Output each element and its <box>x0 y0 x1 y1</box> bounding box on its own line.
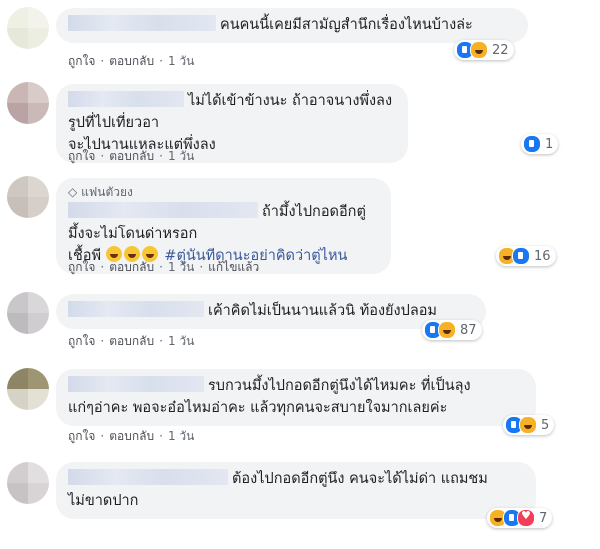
reply-link[interactable]: ตอบกลับ <box>109 334 154 348</box>
like-link[interactable]: ถูกใจ <box>68 429 95 443</box>
comment-text-line2: แก่ๆอ่าคะ พอจะอ๋อไหมอ่าคะ แล้วทุกคนจะสบา… <box>68 400 448 416</box>
avatar[interactable] <box>7 7 49 49</box>
diamond-icon: ◇ <box>68 185 78 199</box>
reaction-count: 5 <box>541 417 550 433</box>
comment-bubble: รบกวนมึ้งไปกอดอีกตู่นึงได้ไหมคะ ที่เป็นล… <box>56 369 536 426</box>
reaction-summary[interactable]: 5 <box>503 415 555 435</box>
commenter-name[interactable] <box>68 202 258 218</box>
avatar[interactable] <box>7 176 49 218</box>
avatar[interactable] <box>7 368 49 410</box>
comment-actions: ถูกใจ · ตอบกลับ · 1 วัน <box>68 334 195 348</box>
comment-bubble: ต้องไปกอดอีกตู่นึง คนจะได้ไม่ด่า แถมชม ไ… <box>56 462 536 519</box>
haha-icon <box>519 416 537 434</box>
commenter-name[interactable] <box>68 469 228 485</box>
like-icon <box>523 135 541 153</box>
like-link[interactable]: ถูกใจ <box>68 149 95 163</box>
reaction-summary[interactable]: 7 <box>487 508 553 528</box>
reaction-summary[interactable]: 1 <box>521 134 559 154</box>
reaction-summary[interactable]: 87 <box>422 320 482 340</box>
reply-link[interactable]: ตอบกลับ <box>109 54 154 68</box>
reply-link[interactable]: ตอบกลับ <box>109 260 154 274</box>
comment-timestamp[interactable]: 1 วัน <box>168 54 194 68</box>
comment-actions: ถูกใจ · ตอบกลับ · 1 วัน <box>68 54 195 68</box>
comment-text: เค้าคิดไม่เป็นนานแล้วนิ ท้องยังปลอม <box>208 303 437 319</box>
like-icon <box>512 247 530 265</box>
comment-text: คนคนนี้เคยมีสามัญสำนึกเรื่องไหนบ้างล่ะ <box>220 17 473 33</box>
comment-text-line2: ไม่ขาดปาก <box>68 493 139 509</box>
love-icon <box>517 509 535 527</box>
avatar[interactable] <box>7 82 49 124</box>
reaction-count: 7 <box>539 510 548 526</box>
comment-bubble: เค้าคิดไม่เป็นนานแล้วนิ ท้องยังปลอม <box>56 294 486 329</box>
comment-timestamp[interactable]: 1 วัน <box>168 149 194 163</box>
comment-bubble: คนคนนี้เคยมีสามัญสำนึกเรื่องไหนบ้างล่ะ <box>56 8 528 43</box>
comment-actions: ถูกใจ · ตอบกลับ · 1 วัน · แก้ไขแล้ว <box>68 260 260 274</box>
like-link[interactable]: ถูกใจ <box>68 334 95 348</box>
comment-timestamp[interactable]: 1 วัน <box>168 260 194 274</box>
comment-actions: ถูกใจ · ตอบกลับ · 1 วัน <box>68 149 195 163</box>
top-fan-badge: ◇ แฟนตัวยง <box>68 185 133 199</box>
avatar[interactable] <box>7 462 49 504</box>
commenter-name[interactable] <box>68 15 216 31</box>
reply-link[interactable]: ตอบกลับ <box>109 149 154 163</box>
reply-link[interactable]: ตอบกลับ <box>109 429 154 443</box>
commenter-name[interactable] <box>68 301 204 317</box>
like-link[interactable]: ถูกใจ <box>68 54 95 68</box>
commenter-name[interactable] <box>68 376 204 392</box>
comment-text-line1: รบกวนมึ้งไปกอดอีกตู่นึงได้ไหมคะ ที่เป็นล… <box>208 378 471 394</box>
reaction-count: 87 <box>460 322 477 338</box>
reaction-count: 1 <box>545 136 554 152</box>
comment-timestamp[interactable]: 1 วัน <box>168 429 194 443</box>
comment-actions: ถูกใจ · ตอบกลับ · 1 วัน <box>68 429 195 443</box>
reaction-count: 22 <box>492 42 509 58</box>
comment-text-line1: ต้องไปกอดอีกตู่นึง คนจะได้ไม่ด่า แถมชม <box>232 471 488 487</box>
reaction-summary[interactable]: 16 <box>496 246 556 266</box>
avatar[interactable] <box>7 292 49 334</box>
haha-icon <box>438 321 456 339</box>
reaction-summary[interactable]: 22 <box>454 40 514 60</box>
haha-icon <box>470 41 488 59</box>
reaction-count: 16 <box>534 248 551 264</box>
commenter-name[interactable] <box>68 91 184 107</box>
like-link[interactable]: ถูกใจ <box>68 260 95 274</box>
edited-link[interactable]: แก้ไขแล้ว <box>208 260 259 274</box>
comment-timestamp[interactable]: 1 วัน <box>168 334 194 348</box>
